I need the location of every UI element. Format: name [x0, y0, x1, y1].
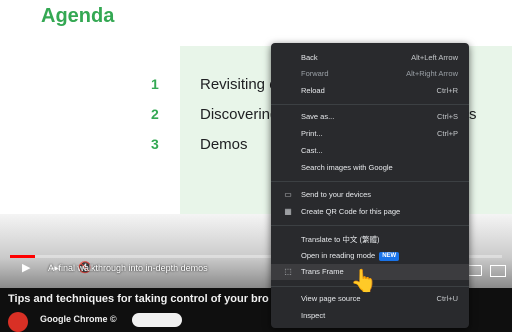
- channel-avatar[interactable]: [8, 312, 28, 332]
- menu-item-translate[interactable]: Translate to 中文 (繁體): [271, 231, 469, 247]
- menu-shortcut: Alt+Left Arrow: [411, 53, 458, 62]
- qr-code-icon: ▦: [284, 207, 292, 216]
- menu-label: Reload: [301, 86, 325, 95]
- menu-item-print[interactable]: Print... Ctrl+P: [271, 126, 469, 142]
- trans-frame-icon: ⬚: [284, 267, 292, 276]
- agenda-number: 1: [151, 76, 159, 92]
- progress-fill: [10, 255, 35, 258]
- menu-label: Forward: [301, 69, 329, 78]
- menu-shortcut: Alt+Right Arrow: [406, 69, 458, 78]
- menu-label: Translate to 中文 (繁體): [301, 235, 380, 244]
- agenda-item: Discovering: [200, 106, 279, 123]
- menu-item-cast[interactable]: Cast...: [271, 143, 469, 159]
- menu-item-inspect[interactable]: Inspect: [271, 308, 469, 324]
- captions-icon[interactable]: [468, 265, 482, 276]
- menu-label: Search images with Google: [301, 163, 393, 172]
- menu-separator: [271, 181, 469, 182]
- agenda-number: 3: [151, 136, 159, 152]
- menu-label: Print...: [301, 129, 323, 138]
- menu-label: Create QR Code for this page: [301, 207, 401, 216]
- play-icon[interactable]: ▶: [22, 263, 30, 274]
- reading-mode-text: Open in reading mode: [301, 251, 376, 260]
- menu-shortcut: Ctrl+U: [436, 294, 458, 303]
- menu-item-forward[interactable]: Forward Alt+Right Arrow: [271, 66, 469, 82]
- menu-label: Back: [301, 53, 318, 62]
- menu-label: Inspect: [301, 311, 326, 320]
- menu-shortcut: Ctrl+P: [436, 129, 458, 138]
- menu-label: Cast...: [301, 146, 323, 155]
- subscribe-button[interactable]: [132, 313, 182, 327]
- video-title: Tips and techniques for taking control o…: [8, 293, 269, 305]
- menu-item-view-source[interactable]: View page source Ctrl+U: [271, 291, 469, 307]
- menu-label: Trans Frame: [301, 267, 344, 276]
- hand-cursor-icon: 👆: [350, 268, 378, 293]
- menu-separator: [271, 225, 469, 226]
- agenda-number: 2: [151, 106, 159, 122]
- new-badge: NEW: [379, 252, 400, 261]
- menu-item-save-as[interactable]: Save as... Ctrl+S: [271, 109, 469, 125]
- devices-icon: ▭: [284, 190, 292, 199]
- chapter-caption: A ​ final walkthrough into in-depth demo…: [48, 263, 208, 273]
- menu-item-send-to-devices[interactable]: ▭ Send to your devices: [271, 187, 469, 203]
- menu-label: Send to your devices: [301, 190, 372, 199]
- menu-shortcut: Ctrl+R: [436, 86, 458, 95]
- menu-shortcut: Ctrl+S: [436, 112, 458, 121]
- agenda-item-fragment: s: [469, 106, 477, 123]
- agenda-item: Revisiting e: [200, 76, 278, 93]
- menu-label: Open in reading mode NEW: [301, 251, 400, 261]
- menu-item-back[interactable]: Back Alt+Left Arrow: [271, 50, 469, 66]
- slide-left-band: [0, 46, 180, 214]
- channel-name[interactable]: Google Chrome ©: [40, 314, 117, 324]
- slide-title: Agenda: [41, 5, 115, 27]
- menu-item-qr-code[interactable]: ▦ Create QR Code for this page: [271, 204, 469, 220]
- menu-item-reload[interactable]: Reload Ctrl+R: [271, 83, 469, 99]
- menu-separator: [271, 104, 469, 105]
- menu-label: View page source: [301, 294, 361, 303]
- menu-item-reading-mode[interactable]: Open in reading mode NEW: [271, 248, 469, 264]
- menu-item-search-images[interactable]: Search images with Google: [271, 160, 469, 176]
- agenda-item: Demos: [200, 136, 248, 153]
- miniplayer-icon[interactable]: [490, 265, 506, 277]
- menu-label: Save as...: [301, 112, 335, 121]
